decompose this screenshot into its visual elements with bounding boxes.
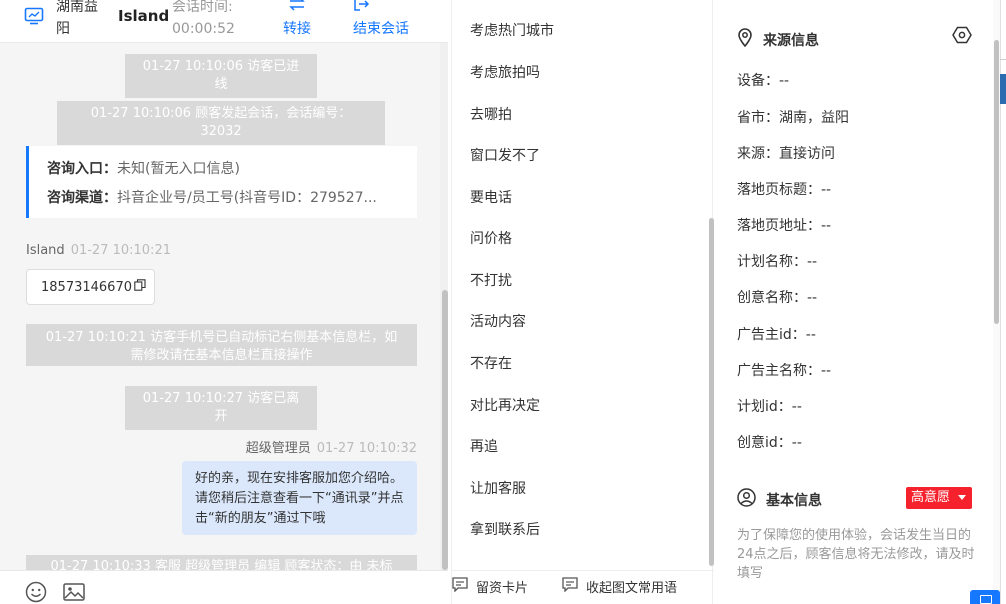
channel-label: 咨询渠道：	[47, 190, 117, 206]
agent-message: 好的亲，现在安排客服加您介绍哈。请您稍后注意查看一下“通讯录”并点击“新的朋友”…	[182, 461, 417, 535]
chat-header: 湖南益阳 Island 会话时间: 00:00:52 转接 结束会话	[0, 0, 448, 43]
visitor-message: 18573146670	[26, 269, 155, 305]
info-panel: 来源信息 设备：-- 省市：湖南，益阳 来源：直接访问 落地页标题：-- 落地页…	[715, 0, 995, 604]
system-message: 01-27 10:10:06 顾客发起会话，会话编号：32032	[57, 101, 385, 145]
intent-level-dropdown[interactable]: 高意愿	[906, 487, 972, 509]
quick-reply-item[interactable]: 再追	[470, 436, 498, 456]
quick-reply-item[interactable]: 窗口发不了	[470, 145, 540, 165]
quick-reply-item[interactable]: 不打扰	[470, 270, 512, 290]
system-message: 01-27 10:10:33 客服 超级管理员 编辑 顾客状态：由 未标	[26, 555, 417, 570]
exit-icon	[353, 0, 371, 18]
agent-sender: 超级管理员 01-27 10:10:32	[245, 441, 417, 456]
system-message: 01-27 10:10:27 访客已离开	[125, 386, 317, 430]
collapse-replies-button[interactable]: 收起图文常用语	[562, 577, 677, 596]
session-time-value: 00:00:52	[172, 21, 235, 37]
info-row-plan-name: 计划名称：--	[737, 254, 818, 270]
entry-label: 咨询入口：	[47, 161, 117, 177]
quick-reply-item[interactable]: 问价格	[470, 228, 512, 248]
chat-scrollbar[interactable]	[442, 290, 448, 570]
quick-reply-item[interactable]: 活动内容	[470, 311, 526, 331]
quick-reply-panel: 考虑热门城市 考虑旅拍吗 去哪拍 窗口发不了 要电话 问价格 不打扰 活动内容 …	[451, 0, 714, 604]
edge-divider	[1000, 38, 1006, 60]
quick-reply-footer: 留资卡片 收起图文常用语	[452, 570, 714, 604]
copy-icon[interactable]	[134, 279, 146, 295]
info-row-advertiser-name: 广告主名称：--	[737, 363, 832, 379]
quick-reply-item[interactable]: 拿到联系后	[470, 519, 540, 539]
user-circle-icon	[737, 488, 756, 511]
caret-down-icon	[958, 495, 966, 500]
info-row-device: 设备：--	[737, 73, 790, 89]
source-info-title: 来源信息	[737, 28, 819, 51]
quick-reply-item[interactable]: 对比再决定	[470, 395, 540, 415]
chat-toolbar	[0, 570, 448, 604]
basic-info-title: 基本信息	[737, 488, 822, 511]
info-row-advertiser-id: 广告主id：--	[737, 327, 816, 343]
edit-notice: 为了保障您的使用体验，会话发生当日的24点之后，顾客信息将无法修改，请及时填写	[737, 528, 975, 581]
quick-reply-item[interactable]: 考虑热门城市	[470, 20, 554, 40]
quick-reply-scrollbar[interactable]	[709, 218, 714, 566]
visitor-sender: Island 01-27 10:10:21	[26, 243, 171, 258]
info-row-landing-title: 落地页标题：--	[737, 182, 832, 198]
visitor-location: 湖南益阳	[56, 0, 98, 37]
visitor-name: Island	[118, 7, 170, 25]
chat-message-list[interactable]: 01-27 10:10:06 访客已进线 01-27 10:10:06 顾客发起…	[0, 43, 440, 570]
message-icon	[562, 577, 578, 596]
entry-value: 未知(暂无入口信息)	[117, 161, 240, 177]
end-session-button[interactable]: 结束会话	[353, 0, 409, 40]
edge-highlight	[1000, 74, 1006, 104]
info-row-creative-id: 创意id：--	[737, 435, 802, 451]
entry-info-card: 咨询入口：未知(暂无入口信息) 咨询渠道：抖音企业号/员工号(抖音号ID：279…	[26, 146, 417, 218]
system-message: 01-27 10:10:21 访客手机号已自动标记右侧基本信息栏，如需修改请在基…	[26, 324, 417, 366]
smile-icon[interactable]	[25, 581, 47, 604]
info-row-landing-url: 落地页地址：--	[737, 218, 832, 234]
chat-float-button[interactable]	[970, 590, 1000, 604]
settings-icon[interactable]	[952, 26, 972, 48]
monitor-icon	[24, 6, 44, 30]
system-message: 01-27 10:10:06 访客已进线	[125, 54, 317, 98]
quick-reply-item[interactable]: 要电话	[470, 187, 512, 207]
info-row-creative-name: 创意名称：--	[737, 290, 818, 306]
card-icon	[452, 577, 468, 596]
quick-reply-item[interactable]: 考虑旅拍吗	[470, 62, 540, 82]
image-icon[interactable]	[63, 583, 85, 604]
info-scrollbar[interactable]	[994, 40, 999, 324]
session-time-label: 会话时间:	[172, 0, 233, 15]
chat-panel: 湖南益阳 Island 会话时间: 00:00:52 转接 结束会话 01-27…	[0, 0, 448, 604]
quick-reply-item[interactable]: 让加客服	[470, 478, 526, 498]
channel-value: 抖音企业号/员工号(抖音号ID：279527...	[117, 190, 377, 206]
visitor-phone: 18573146670	[41, 279, 132, 295]
info-row-source: 来源：直接访问	[737, 146, 835, 162]
transfer-button[interactable]: 转接	[283, 0, 311, 40]
quick-reply-item[interactable]: 不存在	[470, 353, 512, 373]
location-pin-icon	[737, 28, 753, 51]
info-row-plan-id: 计划id：--	[737, 399, 802, 415]
info-row-province: 省市：湖南，益阳	[737, 110, 849, 126]
quick-reply-item[interactable]: 去哪拍	[470, 104, 512, 124]
transfer-icon	[288, 0, 306, 18]
lead-card-button[interactable]: 留资卡片	[452, 577, 528, 596]
